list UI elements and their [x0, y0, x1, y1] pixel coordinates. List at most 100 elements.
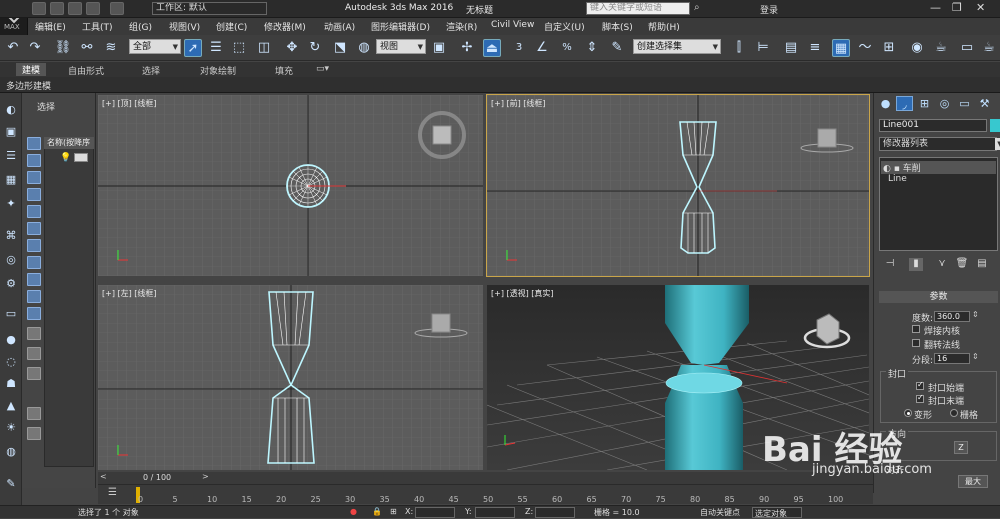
menu-create[interactable]: 创建(C): [216, 20, 247, 33]
rotate-icon[interactable]: ↻: [306, 39, 324, 57]
menu-scripting[interactable]: 脚本(S): [602, 20, 633, 33]
ribbon-options-icon[interactable]: ▭▾: [316, 64, 329, 74]
mirror-icon[interactable]: ⫿: [730, 39, 748, 57]
ribbon-panel-label[interactable]: 多边形建模: [0, 77, 1000, 93]
name-column-header[interactable]: 名称(按降序: [44, 137, 94, 149]
filter-lights-icon[interactable]: [27, 171, 41, 184]
minimize-button[interactable]: —: [930, 1, 941, 14]
coord-mode-icon[interactable]: ⊞: [390, 507, 397, 516]
select-object-icon[interactable]: ➚: [184, 39, 202, 57]
layer-icon[interactable]: ▣: [3, 125, 19, 139]
degrees-field[interactable]: 360.0: [934, 311, 970, 322]
object-color-swatch[interactable]: [990, 119, 1000, 132]
unlink-icon[interactable]: ⚯: [78, 39, 96, 57]
invert-display-icon[interactable]: [27, 367, 41, 380]
filter-xrefs-icon[interactable]: [27, 256, 41, 269]
filter-spacewarps-icon[interactable]: [27, 222, 41, 235]
motion-tab-icon[interactable]: ◎: [936, 96, 953, 111]
maximize-button[interactable]: ❐: [952, 1, 962, 14]
viewport-left-label[interactable]: [+] [左] [线框]: [102, 288, 157, 299]
lock-icon[interactable]: 🔒: [372, 507, 382, 516]
cap-start-checkbox[interactable]: [916, 380, 924, 390]
named-selection-dropdown[interactable]: 创建选择集: [633, 39, 721, 54]
curve-editor-mini-icon[interactable]: ☰: [108, 487, 117, 498]
close-button[interactable]: ✕: [976, 1, 985, 14]
viewport-front[interactable]: [+] [前] [线框]: [486, 94, 870, 277]
ribbon-tab-modeling[interactable]: 建模: [16, 63, 47, 76]
parameters-rollout-title[interactable]: 参数: [879, 291, 998, 303]
material-editor-icon[interactable]: ◉: [908, 39, 926, 57]
login-link[interactable]: 登录: [760, 3, 778, 16]
auto-key-button[interactable]: 自动关键点: [700, 507, 740, 518]
edit-icon[interactable]: ✎: [3, 477, 19, 491]
filter-bones-icon[interactable]: [27, 273, 41, 286]
rectangular-selection-icon[interactable]: ⬚: [230, 39, 248, 57]
shape-icon[interactable]: ▭: [3, 307, 19, 321]
search-input[interactable]: 键入关键字或短语: [586, 2, 690, 15]
ribbon-tab-object-paint[interactable]: 对象绘制: [200, 64, 236, 77]
segments-spinner-icon[interactable]: ⇕: [972, 352, 979, 361]
viewport-perspective-label[interactable]: [+] [透视] [真实]: [491, 288, 554, 299]
weld-core-checkbox[interactable]: [912, 325, 920, 333]
toggle-ribbon-icon[interactable]: ≡: [806, 39, 824, 57]
show-end-result-icon[interactable]: ▮: [909, 258, 923, 271]
degrees-spinner-icon[interactable]: ⇕: [972, 310, 979, 319]
ribbon-tab-freeform[interactable]: 自由形式: [68, 64, 104, 77]
render-setup-icon[interactable]: ☕: [932, 39, 950, 57]
menu-views[interactable]: 视图(V): [169, 20, 200, 33]
track-bar[interactable]: ☰ 0 5 10 15 20 25 30 35 40 45 50 55 60 65 70 75 80 85 90 95…: [98, 484, 873, 504]
menu-help[interactable]: 帮助(H): [648, 20, 680, 33]
pin-stack-icon[interactable]: ⊣: [883, 258, 897, 271]
search-icon[interactable]: ⌕: [694, 2, 700, 13]
modify-tab-icon[interactable]: ◞: [896, 96, 913, 111]
stack-item-lathe[interactable]: ◐ ▪ 车削: [881, 161, 996, 174]
grid-radio[interactable]: [950, 409, 958, 417]
ribbon-tab-selection[interactable]: 选择: [142, 64, 160, 77]
scene-explorer-toggle-icon[interactable]: ◐: [3, 103, 19, 117]
camera-icon[interactable]: ⌘: [3, 229, 19, 243]
filter-helpers-icon[interactable]: [27, 205, 41, 218]
menu-animation[interactable]: 动画(A): [324, 20, 355, 33]
time-prev-icon[interactable]: <: [100, 472, 107, 481]
scale-icon[interactable]: ⬔: [331, 39, 349, 57]
lightbulb-icon[interactable]: ◐ ▪: [883, 164, 903, 174]
object-row-icon[interactable]: [74, 153, 88, 162]
selected-object-dropdown[interactable]: 选定对象: [752, 507, 802, 518]
undo-button[interactable]: [86, 2, 100, 15]
undo-icon[interactable]: ↶: [4, 39, 22, 57]
filter-frozen-icon[interactable]: [27, 307, 41, 320]
menu-edit[interactable]: 编辑(E): [35, 20, 66, 33]
display-icon[interactable]: ▦: [3, 173, 19, 187]
spacewarp-icon[interactable]: ⚙: [3, 277, 19, 291]
sphere-icon[interactable]: ●: [3, 333, 19, 347]
filter-shapes-icon[interactable]: [27, 154, 41, 167]
find-icon[interactable]: [27, 427, 41, 440]
select-by-name-icon[interactable]: ☰: [207, 39, 225, 57]
menu-modifiers[interactable]: 修改器(M): [264, 20, 306, 33]
create-tab-icon[interactable]: ●: [877, 96, 894, 111]
sun-icon[interactable]: ☀: [3, 421, 19, 435]
viewport-top-label[interactable]: [+] [顶] [线框]: [102, 98, 157, 109]
open-file-button[interactable]: [50, 2, 64, 15]
display-all-icon[interactable]: [27, 327, 41, 340]
display-none-icon[interactable]: [27, 347, 41, 360]
align-icon[interactable]: ⊨: [754, 39, 772, 57]
place-icon[interactable]: ◍: [355, 39, 373, 57]
rendered-frame-icon[interactable]: ▭: [958, 39, 976, 57]
menu-tools[interactable]: 工具(T): [82, 20, 113, 33]
segments-field[interactable]: 16: [934, 353, 970, 364]
make-unique-icon[interactable]: ⋎: [935, 258, 949, 271]
modifier-list-dropdown[interactable]: 修改器列表: [879, 137, 1000, 151]
selection-filter-dropdown[interactable]: 全部: [129, 39, 181, 54]
viewport-top[interactable]: [+] [顶] [线框]: [98, 95, 483, 276]
move-icon[interactable]: ✥: [283, 39, 301, 57]
flip-normals-checkbox[interactable]: [912, 339, 920, 347]
cap-end-checkbox[interactable]: [916, 393, 924, 403]
time-next-icon[interactable]: >: [202, 472, 209, 481]
link-icon[interactable]: ⛓: [54, 39, 72, 57]
keyboard-shortcut-override-icon[interactable]: ⏏: [483, 39, 501, 57]
reference-coord-dropdown[interactable]: 视图: [376, 39, 426, 54]
bind-space-warp-icon[interactable]: ≋: [102, 39, 120, 57]
ribbon-tab-populate[interactable]: 填充: [275, 64, 293, 77]
x-field[interactable]: [415, 507, 455, 518]
